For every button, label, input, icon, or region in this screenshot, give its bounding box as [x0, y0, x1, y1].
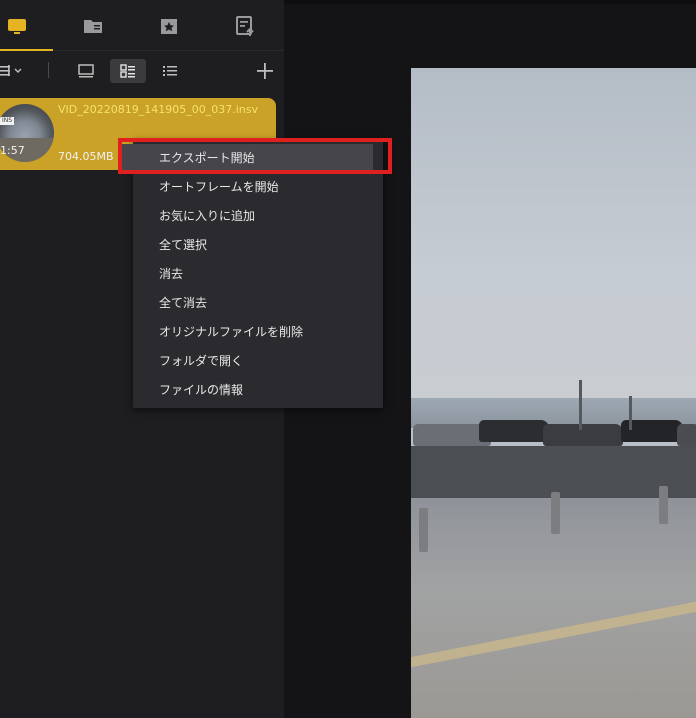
view-large-button[interactable] [74, 59, 98, 83]
video-duration: 1:57 [0, 144, 25, 157]
context-menu: エクスポート開始 オートフレームを開始 お気に入りに追加 全て選択 消去 全て消… [121, 140, 383, 408]
tab-local-files[interactable] [0, 10, 53, 51]
file-name: VID_20220819_141905_00_037.insv [58, 103, 258, 116]
preview-car [677, 424, 696, 446]
preview-light-pole [579, 380, 582, 430]
menu-item-open-folder[interactable]: フォルダで開く [133, 347, 383, 376]
list-icon [163, 66, 177, 76]
menu-item-select-all[interactable]: 全て選択 [133, 231, 383, 260]
video-preview[interactable] [411, 68, 696, 718]
preview-car [543, 424, 623, 446]
folder-icon [84, 20, 102, 33]
large-thumbnail-icon [78, 64, 94, 78]
add-file-button[interactable] [254, 59, 276, 83]
preview-sky [411, 68, 696, 408]
preview-bollard [419, 508, 428, 552]
preview-light-pole [629, 396, 632, 430]
tab-favorites[interactable] [149, 10, 189, 42]
sort-list-icon [0, 65, 22, 76]
preview-bollard [659, 486, 668, 524]
favorites-icon [161, 19, 177, 34]
tab-export-list[interactable] [225, 10, 265, 42]
view-toolbar [0, 52, 284, 90]
menu-item-delete-original[interactable]: オリジナルファイルを削除 [133, 318, 383, 347]
file-size: 704.05MB [58, 150, 114, 163]
view-list-button[interactable] [158, 59, 182, 83]
thumbnail-list-icon [120, 64, 135, 78]
plus-icon [257, 63, 273, 79]
export-list-icon [236, 16, 254, 36]
tab-bar [0, 0, 284, 51]
menu-item-remove-all[interactable]: 全て消去 [133, 289, 383, 318]
file-badge: INS [0, 117, 15, 125]
menu-item-remove[interactable]: 消去 [133, 260, 383, 289]
preview-car [479, 420, 549, 442]
menu-item-file-info[interactable]: ファイルの情報 [133, 376, 383, 405]
title-strip [284, 0, 696, 4]
monitor-icon [8, 19, 26, 34]
view-list-thumb-button[interactable] [110, 59, 146, 83]
sort-dropdown[interactable] [0, 59, 28, 83]
preview-bollard [551, 492, 560, 534]
menu-item-start-autoframe[interactable]: オートフレームを開始 [133, 173, 383, 202]
menu-item-start-export[interactable]: エクスポート開始 [121, 144, 373, 173]
menu-item-add-favorite[interactable]: お気に入りに追加 [133, 202, 383, 231]
tab-folders[interactable] [73, 10, 113, 42]
toolbar-divider [48, 62, 49, 78]
